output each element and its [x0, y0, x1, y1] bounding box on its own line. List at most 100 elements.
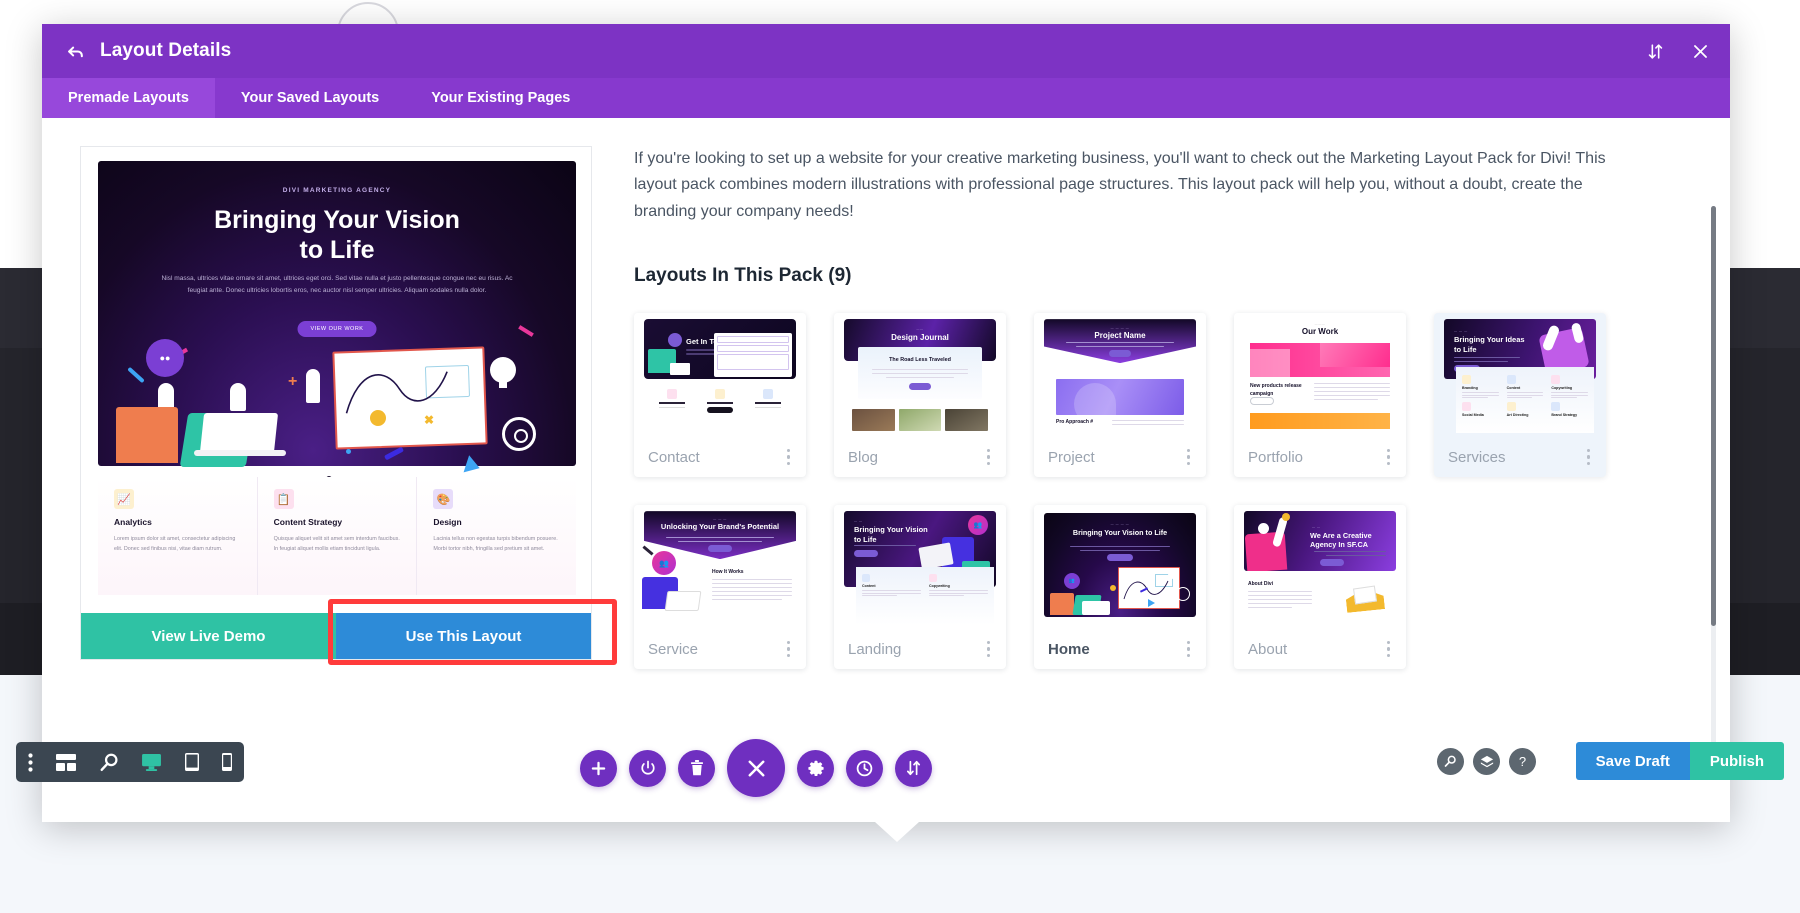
layout-card-footer: Service	[634, 629, 806, 669]
layers-icon[interactable]	[1473, 748, 1500, 775]
use-this-layout-wrapper: Use This Layout	[328, 599, 617, 665]
search-icon[interactable]	[1437, 748, 1464, 775]
layout-card-footer: Project	[1034, 437, 1206, 477]
layout-card-menu-icon[interactable]	[783, 637, 795, 662]
layout-card-menu-icon[interactable]	[783, 445, 795, 470]
layout-card-name: About	[1248, 640, 1288, 658]
preview-feature-analytics: 📈 Analytics Lorem ipsum dolor sit amet, …	[98, 477, 257, 595]
layout-card-service[interactable]: — — — Unlocking Your Brand's Potential 👥…	[634, 505, 806, 670]
modal-pointer-arrow	[875, 822, 919, 842]
content-scrollbar-thumb[interactable]	[1711, 206, 1716, 626]
layout-card-about[interactable]: — — We Are a Creative Agency In SF.CA Ab…	[1234, 505, 1406, 670]
decoration-cross-icon: ✖	[424, 413, 435, 427]
preview-feature-design: 🎨 Design Lacinia tellus non egestas turp…	[416, 477, 577, 595]
layout-card-name: Service	[648, 640, 699, 658]
wireframe-icon[interactable]	[56, 753, 77, 771]
speech-bubble-icon: ●●	[146, 339, 184, 377]
sort-updown-icon[interactable]	[1646, 42, 1665, 61]
editor-center-toolbar	[580, 738, 990, 798]
tab-your-existing-pages[interactable]: Your Existing Pages	[405, 78, 596, 118]
layout-preview-column: DIVI MARKETING AGENCY Bringing Your Visi…	[42, 118, 620, 822]
more-options-icon[interactable]	[28, 752, 33, 772]
decoration-indigo-stroke	[383, 446, 405, 461]
orange-block-illustration	[116, 407, 178, 463]
back-arrow-icon[interactable]	[62, 38, 88, 64]
tablet-view-icon[interactable]	[184, 753, 199, 771]
close-icon[interactable]	[1691, 42, 1710, 61]
whiteboard-curve	[345, 371, 448, 414]
layout-card-menu-icon[interactable]	[1383, 445, 1395, 470]
decoration-plus-icon: +	[288, 373, 298, 390]
tab-your-saved-layouts[interactable]: Your Saved Layouts	[215, 78, 405, 118]
portability-button[interactable]	[895, 749, 932, 787]
layout-card-menu-icon[interactable]	[983, 637, 995, 662]
save-draft-button[interactable]: Save Draft	[1575, 742, 1690, 780]
toggle-builder-button[interactable]	[629, 749, 666, 787]
editor-right-tools: ?	[1437, 748, 1536, 775]
layout-card-services[interactable]: — — — Bringing Your Ideas to Life Brandi…	[1434, 313, 1606, 478]
layout-card-landing[interactable]: — — Bringing Your Vision to Life 👥 Conte…	[834, 505, 1006, 670]
feature-body: Quisque aliquet velit sit amet sem inter…	[273, 536, 400, 552]
layout-card-blog[interactable]: —— Design Journal The Road Less Traveled	[834, 313, 1006, 478]
layout-preview-card: DIVI MARKETING AGENCY Bringing Your Visi…	[80, 146, 617, 665]
thumbnail-subtitle: New products release campaign	[1250, 383, 1302, 397]
feature-body: Lorem ipsum dolor sit amet, consectetur …	[114, 536, 236, 552]
decoration-pink-stroke-2	[518, 325, 534, 337]
layout-card-menu-icon[interactable]	[1183, 637, 1195, 662]
feature-title: Content Strategy	[273, 517, 343, 527]
layout-card-menu-icon[interactable]	[1583, 445, 1595, 470]
layout-pack-description: If you're looking to set up a website fo…	[634, 150, 1606, 220]
preview-hero-button: VIEW OUR WORK	[297, 321, 377, 337]
yellow-ball-decoration	[370, 410, 386, 426]
layout-card-footer: Portfolio	[1234, 437, 1406, 477]
preview-feature-row: 📈 Analytics Lorem ipsum dolor sit amet, …	[98, 477, 577, 595]
layout-thumbnail-landing: — — Bringing Your Vision to Life 👥 Conte…	[834, 505, 1006, 630]
layout-card-portfolio[interactable]: ——— Our Work New products release campai…	[1234, 313, 1406, 478]
thumbnail-title: Bringing Your Ideas to Life	[1454, 335, 1525, 354]
layout-card-name: Project	[1048, 448, 1095, 466]
thumbnail-title: Project Name	[1094, 331, 1146, 341]
view-live-demo-button[interactable]: View Live Demo	[81, 613, 336, 659]
layout-card-footer: About	[1234, 629, 1406, 669]
save-publish-group: Save Draft Publish	[1575, 742, 1784, 780]
settings-button[interactable]	[797, 749, 834, 787]
layout-card-contact[interactable]: Get In Touch Contact	[634, 313, 806, 478]
layout-thumbnail-home: — — — — Bringing Your Vision to Life 👥	[1034, 505, 1206, 630]
paper-plane-icon	[463, 455, 483, 477]
layout-card-project[interactable]: — — — — Project Name Pro Approach # Proj…	[1034, 313, 1206, 478]
tab-premade-layouts[interactable]: Premade Layouts	[42, 78, 215, 118]
thumbnail-title: Bringing Your Vision to Life	[1072, 528, 1168, 538]
preview-hero-title: Bringing Your Vision to Life	[98, 205, 576, 265]
layout-card-menu-icon[interactable]	[1183, 445, 1195, 470]
layout-card-name: Services	[1448, 448, 1506, 466]
desktop-view-icon[interactable]	[142, 753, 162, 771]
palette-icon: 🎨	[433, 489, 454, 509]
publish-button[interactable]: Publish	[1689, 742, 1784, 780]
lightbulb-icon	[490, 357, 516, 388]
trash-button[interactable]	[678, 749, 715, 787]
layout-card-menu-icon[interactable]	[983, 445, 995, 470]
add-section-button[interactable]	[580, 749, 617, 787]
gear-illustration-icon	[502, 417, 536, 451]
feature-title: Design	[433, 517, 462, 527]
layout-grid: Get In Touch Contact —— Design Journal T…	[634, 313, 1686, 670]
preview-hero-title-line2: to Life	[299, 236, 375, 264]
thumbnail-title: We Are a Creative Agency In SF.CA	[1310, 531, 1372, 550]
close-menu-button[interactable]	[727, 739, 785, 797]
history-button[interactable]	[846, 749, 883, 787]
layout-card-name: Contact	[648, 448, 700, 466]
layout-card-menu-icon[interactable]	[1383, 637, 1395, 662]
modal-body: DIVI MARKETING AGENCY Bringing Your Visi…	[42, 118, 1730, 822]
layout-card-home[interactable]: — — — — Bringing Your Vision to Life 👥 H…	[1034, 505, 1206, 670]
help-icon[interactable]: ?	[1509, 748, 1536, 775]
layout-thumbnail-portfolio: ——— Our Work New products release campai…	[1234, 313, 1406, 438]
layouts-in-pack-heading: Layouts In This Pack (9)	[634, 265, 852, 287]
whiteboard-illustration	[332, 346, 488, 450]
use-this-layout-button[interactable]: Use This Layout	[336, 613, 591, 659]
layout-card-name: Home	[1048, 640, 1090, 658]
phone-view-icon[interactable]	[222, 753, 233, 771]
laptop-illustration	[199, 413, 279, 453]
thumbnail-title: Our Work	[1301, 327, 1339, 337]
zoom-icon[interactable]	[100, 753, 119, 772]
layout-thumbnail-blog: —— Design Journal The Road Less Traveled	[834, 313, 1006, 438]
